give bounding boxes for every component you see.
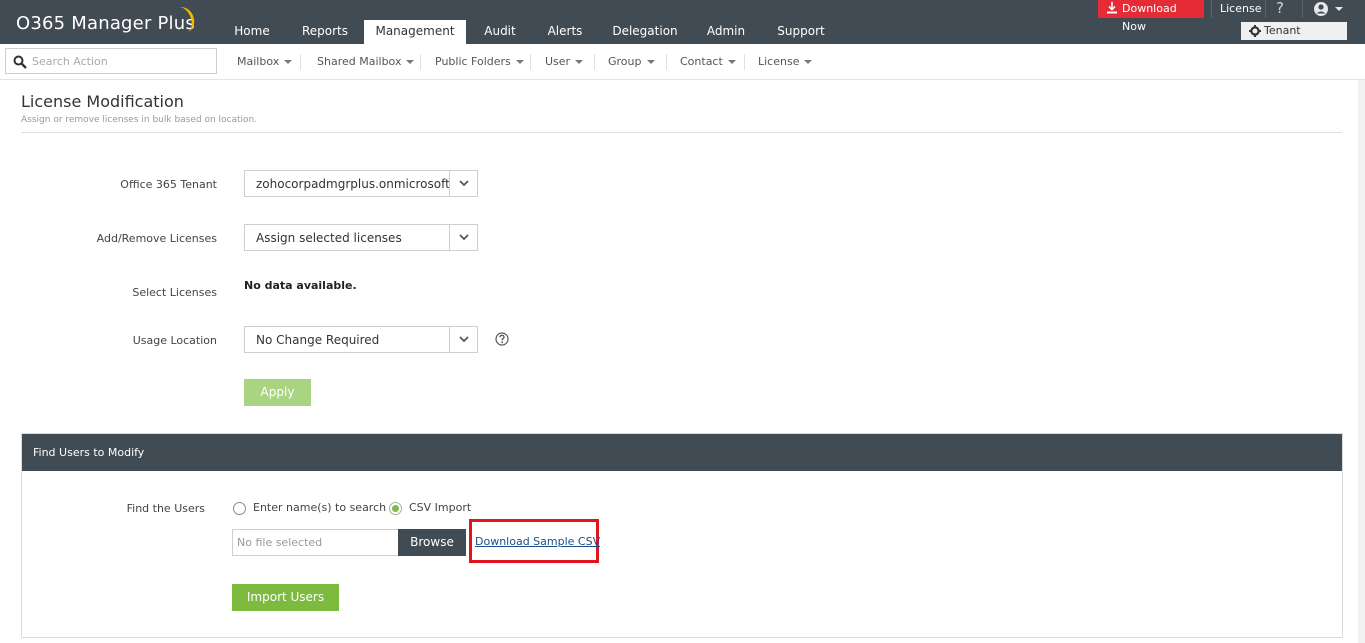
caret-down-icon bbox=[646, 60, 655, 64]
title-divider bbox=[21, 132, 1342, 133]
submenu-label: User bbox=[545, 55, 571, 68]
submenu-contact[interactable]: Contact bbox=[680, 55, 736, 68]
page-scrollbar[interactable] bbox=[1358, 80, 1365, 643]
submenu-license[interactable]: License bbox=[758, 55, 813, 68]
search-icon bbox=[13, 55, 27, 69]
license-link[interactable]: License bbox=[1220, 0, 1261, 18]
usage-location-toggle[interactable] bbox=[449, 327, 477, 352]
submenu-label: Public Folders bbox=[435, 55, 511, 68]
submenu-mailbox[interactable]: Mailbox bbox=[237, 55, 293, 68]
usage-location-label: Usage Location bbox=[132, 334, 217, 347]
caret-down-icon bbox=[284, 60, 293, 64]
tenant-select-toggle[interactable] bbox=[449, 171, 477, 196]
tenant-label: Office 365 Tenant bbox=[120, 178, 217, 191]
tab-audit[interactable]: Audit bbox=[476, 20, 524, 44]
help-icon[interactable]: ? bbox=[1276, 0, 1284, 17]
caret-down-icon bbox=[727, 60, 736, 64]
browse-button[interactable]: Browse bbox=[398, 529, 466, 556]
submenu-separator bbox=[300, 54, 301, 70]
caret-down-icon bbox=[575, 60, 584, 64]
import-users-button[interactable]: Import Users bbox=[232, 584, 339, 611]
submenu-label: Shared Mailbox bbox=[317, 55, 402, 68]
usage-location-select[interactable]: No Change Required bbox=[244, 326, 478, 353]
no-data-message: No data available. bbox=[244, 279, 357, 292]
find-users-panel: Find Users to Modify bbox=[21, 433, 1343, 638]
usage-location-value: No Change Required bbox=[256, 333, 380, 347]
apply-button[interactable]: Apply bbox=[244, 379, 311, 406]
page-title: License Modification bbox=[21, 92, 184, 111]
caret-down-icon bbox=[515, 60, 524, 64]
tab-reports[interactable]: Reports bbox=[294, 20, 356, 44]
download-icon bbox=[1107, 2, 1117, 14]
submenu-label: Mailbox bbox=[237, 55, 280, 68]
chevron-down-icon bbox=[459, 336, 469, 343]
submenu-label: Contact bbox=[680, 55, 723, 68]
find-users-header: Find Users to Modify bbox=[22, 434, 1342, 471]
tab-delegation[interactable]: Delegation bbox=[608, 20, 682, 44]
tab-home[interactable]: Home bbox=[222, 20, 282, 44]
add-remove-select-value: Assign selected licenses bbox=[256, 231, 402, 245]
chevron-down-icon bbox=[459, 234, 469, 241]
file-name-field[interactable]: No file selected bbox=[232, 529, 399, 556]
radio-checked-icon bbox=[389, 501, 402, 515]
submenu-user[interactable]: User bbox=[545, 55, 584, 68]
tenant-select[interactable]: zohocorpadmgrplus.onmicrosoft.com bbox=[244, 170, 478, 197]
submenu-separator bbox=[594, 54, 595, 70]
sub-navigation: Mailbox Shared Mailbox Public Folders Us… bbox=[0, 44, 1365, 80]
tab-admin[interactable]: Admin bbox=[698, 20, 754, 44]
submenu-separator bbox=[666, 54, 667, 70]
search-action-input[interactable] bbox=[32, 51, 212, 71]
submenu-shared-mailbox[interactable]: Shared Mailbox bbox=[317, 55, 415, 68]
caret-down-icon bbox=[804, 60, 813, 64]
tenant-select-value: zohocorpadmgrplus.onmicrosoft.com bbox=[256, 177, 451, 191]
chevron-down-icon bbox=[459, 180, 469, 187]
search-action-box[interactable] bbox=[5, 48, 217, 74]
find-users-label: Find the Users bbox=[126, 502, 205, 515]
page-subtitle: Assign or remove licenses in bulk based … bbox=[21, 115, 258, 125]
caret-down-icon bbox=[406, 60, 415, 64]
question-help-icon[interactable] bbox=[495, 332, 509, 346]
tab-alerts[interactable]: Alerts bbox=[540, 20, 590, 44]
download-now-button[interactable]: Download Now bbox=[1098, 0, 1204, 33]
add-remove-label: Add/Remove Licenses bbox=[96, 232, 217, 245]
submenu-label: License bbox=[758, 55, 800, 68]
submenu-label: Group bbox=[608, 55, 642, 68]
gear-icon bbox=[1249, 25, 1261, 37]
download-now-label: Download Now bbox=[1122, 2, 1177, 33]
add-remove-select[interactable]: Assign selected licenses bbox=[244, 224, 478, 251]
radio-csv-import-label: CSV Import bbox=[409, 501, 472, 514]
top-separator bbox=[1265, 0, 1266, 18]
submenu-separator bbox=[420, 54, 421, 70]
download-sample-csv-link[interactable]: Download Sample CSV bbox=[475, 535, 600, 548]
tenant-settings-button[interactable]: Tenant Settings bbox=[1241, 22, 1347, 55]
submenu-group[interactable]: Group bbox=[608, 55, 655, 68]
add-remove-select-toggle[interactable] bbox=[449, 225, 477, 250]
top-bar: O365 Manager Plus Home Reports Managemen… bbox=[0, 0, 1365, 55]
radio-enter-names-label: Enter name(s) to search bbox=[253, 501, 387, 514]
radio-unchecked-icon bbox=[233, 501, 246, 515]
user-account-icon[interactable] bbox=[1313, 1, 1347, 17]
radio-csv-import[interactable]: CSV Import bbox=[389, 501, 471, 515]
radio-enter-names[interactable]: Enter name(s) to search bbox=[233, 501, 386, 515]
tab-management[interactable]: Management bbox=[364, 20, 466, 44]
top-separator bbox=[1302, 0, 1303, 18]
select-licenses-label: Select Licenses bbox=[132, 286, 217, 299]
submenu-public-folders[interactable]: Public Folders bbox=[435, 55, 524, 68]
submenu-separator bbox=[530, 54, 531, 70]
submenu-separator bbox=[744, 54, 745, 70]
top-separator bbox=[1211, 0, 1212, 18]
tab-support[interactable]: Support bbox=[770, 20, 832, 44]
app-logo[interactable]: O365 Manager Plus bbox=[16, 13, 195, 34]
